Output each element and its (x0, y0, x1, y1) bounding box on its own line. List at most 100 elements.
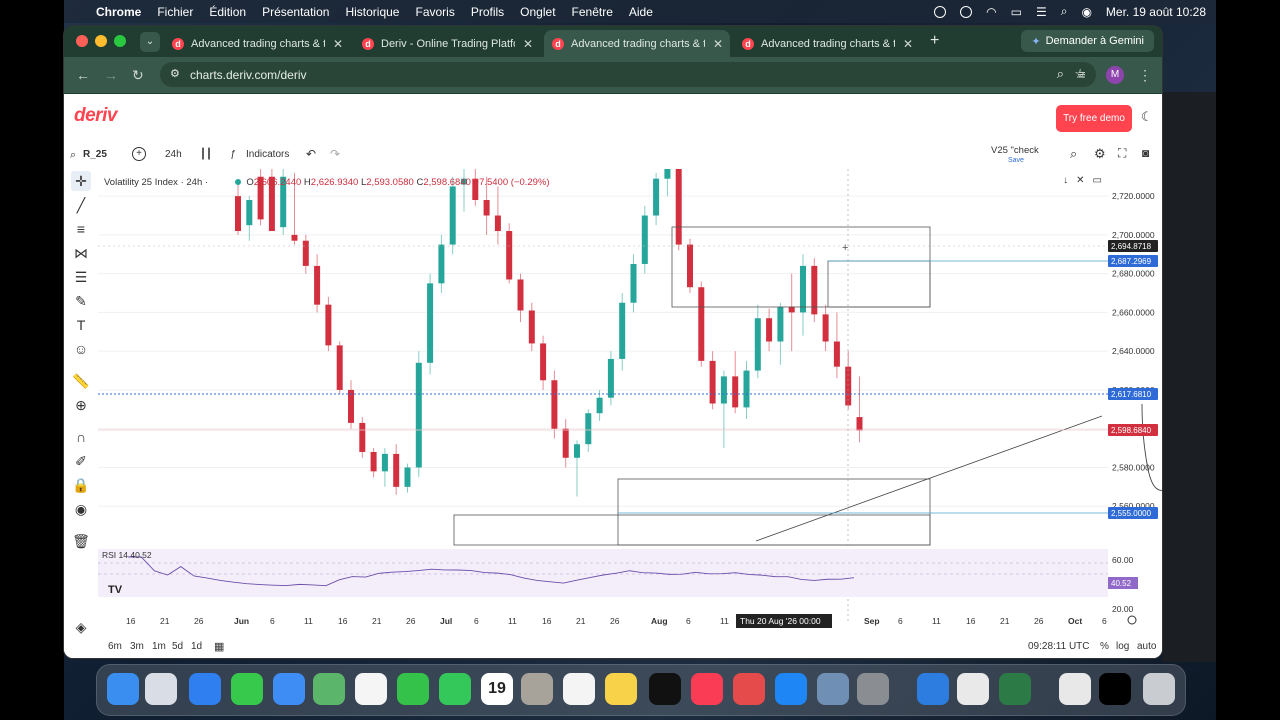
menu-item-fenetre[interactable]: Fenêtre (564, 5, 621, 19)
remove-drawings-trash-icon[interactable]: 🗑 (71, 531, 91, 551)
rocket-app-icon[interactable] (733, 673, 765, 705)
lock-drawings-icon[interactable]: 🔒 (71, 475, 91, 495)
forward-icon[interactable]: → (104, 67, 118, 83)
tab-2[interactable]: d Deriv - Online Trading Platfor ✕ (354, 30, 540, 57)
menu-item-edition[interactable]: Édition (201, 5, 254, 19)
symbol-label[interactable]: R_25 (83, 149, 107, 160)
pattern-tool-icon[interactable]: ⋈ (71, 243, 91, 263)
theme-moon-icon[interactable]: ☾ (1141, 109, 1157, 125)
symbol-search-icon[interactable]: ⌕ (70, 149, 76, 162)
range-6m[interactable]: 6m (108, 641, 122, 652)
apple-tv-icon[interactable] (649, 673, 681, 705)
menu-item-fichier[interactable]: Fichier (149, 5, 201, 19)
close-tab-icon[interactable]: ✕ (903, 37, 913, 51)
compare-add-icon[interactable]: + (132, 147, 146, 161)
app-store-icon[interactable] (775, 673, 807, 705)
finder-icon[interactable] (107, 673, 139, 705)
menu-item-profils[interactable]: Profils (463, 5, 512, 19)
menu-item-aide[interactable]: Aide (621, 5, 661, 19)
interval-selector[interactable]: 24h (165, 149, 182, 160)
menubar-clock[interactable]: Mer. 19 août 10:28 (1106, 5, 1206, 19)
close-tab-icon[interactable]: ✕ (333, 37, 343, 51)
brush-tool-icon[interactable]: ✎ (71, 291, 91, 311)
chart-area[interactable]: 2,560.00002,580.00002,600.00002,620.0000… (98, 169, 1162, 658)
preview-icon[interactable] (817, 673, 849, 705)
menu-item-presentation[interactable]: Présentation (254, 5, 337, 19)
launchpad-icon[interactable] (145, 673, 177, 705)
redo-icon[interactable]: ↷ (330, 147, 340, 161)
zoom-in-chart-icon[interactable]: ⌕ (1070, 146, 1077, 162)
back-icon[interactable]: ← (76, 67, 90, 83)
menu-item-historique[interactable]: Historique (337, 5, 407, 19)
chart-down-arrow-icon[interactable]: ↓ (1063, 175, 1068, 186)
photos-icon[interactable] (355, 673, 387, 705)
profile-avatar[interactable]: M (1106, 66, 1124, 84)
tab-4[interactable]: d Advanced trading charts & to ✕ (734, 30, 920, 57)
zoom-tool-icon[interactable]: ⊕ (71, 395, 91, 415)
reading-list-icon[interactable]: ≡ (1078, 67, 1086, 82)
zoom-magnifier-icon[interactable]: ⌕ (1057, 66, 1064, 82)
maps-icon[interactable] (313, 673, 345, 705)
close-tab-icon[interactable]: ✕ (523, 37, 533, 51)
facetime-icon[interactable] (397, 673, 429, 705)
trend-line-tool-icon[interactable]: ╱ (71, 195, 91, 215)
deriv-logo[interactable]: deriv (74, 105, 117, 127)
fullscreen-icon[interactable]: ⛶ (1118, 146, 1126, 161)
settings-gear-icon[interactable]: ⚙ (1094, 146, 1106, 162)
text-tool-icon[interactable]: T (71, 315, 91, 335)
minimize-window-icon[interactable] (95, 35, 107, 47)
range-1m[interactable]: 1m (152, 641, 166, 652)
camera-snapshot-icon[interactable]: ◙ (1142, 146, 1149, 160)
range-3m[interactable]: 3m (130, 641, 144, 652)
chrome-menu-icon[interactable]: ⋮ (1138, 67, 1152, 84)
calendar-icon[interactable]: 19 (481, 673, 513, 705)
price-chart-svg[interactable]: 2,560.00002,580.00002,600.00002,620.0000… (98, 169, 1162, 637)
close-tab-icon[interactable]: ✕ (713, 37, 723, 51)
chart-close-icon[interactable]: ✕ (1076, 175, 1084, 186)
battery-icon[interactable]: ▭ (1011, 5, 1022, 19)
phone-icon[interactable] (439, 673, 471, 705)
percent-scale-toggle[interactable]: % (1100, 641, 1109, 652)
notes-icon[interactable] (605, 673, 637, 705)
emoji-tool-icon[interactable]: ☺ (71, 339, 91, 359)
hide-drawings-eye-icon[interactable]: ◉ (71, 499, 91, 519)
template-save[interactable]: Save (1008, 157, 1024, 164)
try-free-demo-button[interactable]: Try free demo (1056, 105, 1132, 132)
printer-icon[interactable] (1059, 673, 1091, 705)
quicktime-icon[interactable] (917, 673, 949, 705)
undo-icon[interactable]: ↶ (306, 147, 316, 161)
address-bar[interactable]: ⚙ charts.deriv.com/deriv ⌕ ☆ (160, 62, 1096, 87)
wifi-icon[interactable]: ◠ (986, 5, 996, 19)
tab-3-active[interactable]: d Advanced trading charts & to ✕ (544, 30, 730, 57)
terminal-icon[interactable] (1099, 673, 1131, 705)
range-5d[interactable]: 5d (172, 641, 183, 652)
magnet-tool-icon[interactable]: ∩ (71, 427, 91, 447)
fib-tool-icon[interactable]: ☰ (71, 267, 91, 287)
layers-icon[interactable]: ◈ (71, 617, 91, 637)
range-1d[interactable]: 1d (191, 641, 202, 652)
stay-drawing-icon[interactable]: ✐ (71, 451, 91, 471)
indicators-button[interactable]: Indicators (246, 149, 289, 160)
safari-icon[interactable] (189, 673, 221, 705)
ruler-tool-icon[interactable]: 📏 (71, 371, 91, 391)
play-status-icon[interactable] (960, 5, 973, 18)
menu-item-onglet[interactable]: Onglet (512, 5, 563, 19)
music-icon[interactable] (691, 673, 723, 705)
zoom-window-icon[interactable] (114, 35, 126, 47)
control-center-icon[interactable]: ☰ (1036, 5, 1047, 19)
system-settings-icon[interactable] (857, 673, 889, 705)
search-spotlight-icon[interactable]: ⌕ (1061, 4, 1068, 19)
menu-item-favoris[interactable]: Favoris (407, 5, 462, 19)
site-info-icon[interactable]: ⚙ (170, 67, 180, 80)
messages-icon[interactable] (231, 673, 263, 705)
template-name[interactable]: V25 "check (991, 145, 1039, 156)
auto-scale-toggle[interactable]: auto (1137, 641, 1156, 652)
contacts-icon[interactable] (521, 673, 553, 705)
new-tab-icon[interactable]: + (930, 32, 939, 50)
siri-icon[interactable]: ◉ (1081, 5, 1091, 19)
reload-icon[interactable]: ↻ (132, 67, 144, 84)
close-window-icon[interactable] (76, 35, 88, 47)
chrome-icon[interactable] (957, 673, 989, 705)
tab-1[interactable]: d Advanced trading charts & to ✕ (164, 30, 350, 57)
date-range-calendar-icon[interactable]: ▦ (214, 640, 224, 653)
